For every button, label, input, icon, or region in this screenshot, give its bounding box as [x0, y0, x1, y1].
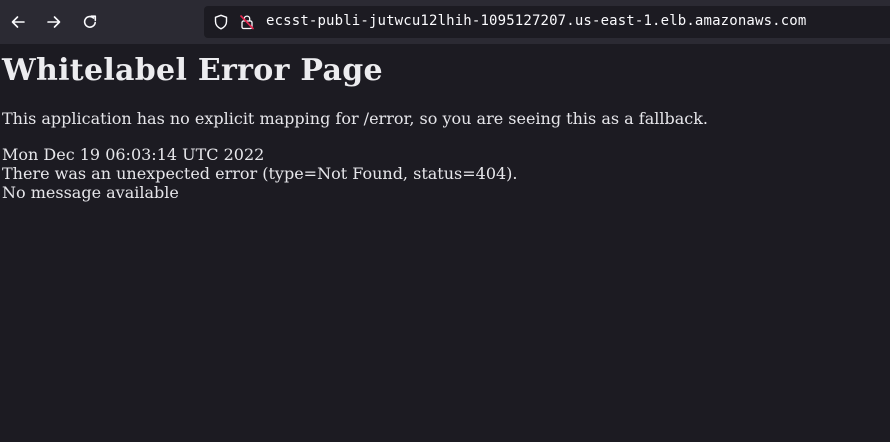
- error-timestamp: Mon Dec 19 06:03:14 UTC 2022: [2, 145, 265, 164]
- back-button[interactable]: [4, 8, 32, 36]
- error-message: No message available: [2, 183, 179, 202]
- reload-button[interactable]: [76, 8, 104, 36]
- error-description: This application has no explicit mapping…: [2, 109, 708, 128]
- shield-icon[interactable]: [212, 13, 230, 31]
- error-status: There was an unexpected error (type=Not …: [2, 164, 518, 183]
- arrow-right-icon: [45, 13, 63, 31]
- url-text[interactable]: ecsst-publi-jutwcu12lhih-1095127207.us-e…: [266, 13, 806, 29]
- insecure-lock-icon[interactable]: [238, 13, 256, 31]
- arrow-left-icon: [9, 13, 27, 31]
- browser-toolbar: ecsst-publi-jutwcu12lhih-1095127207.us-e…: [0, 0, 890, 44]
- address-bar[interactable]: ecsst-publi-jutwcu12lhih-1095127207.us-e…: [204, 6, 890, 38]
- reload-icon: [81, 13, 99, 31]
- forward-button[interactable]: [40, 8, 68, 36]
- error-details: Mon Dec 19 06:03:14 UTC 2022 There was a…: [2, 145, 882, 202]
- page-title: Whitelabel Error Page: [2, 53, 383, 88]
- page-content: Whitelabel Error Page This application h…: [2, 44, 882, 202]
